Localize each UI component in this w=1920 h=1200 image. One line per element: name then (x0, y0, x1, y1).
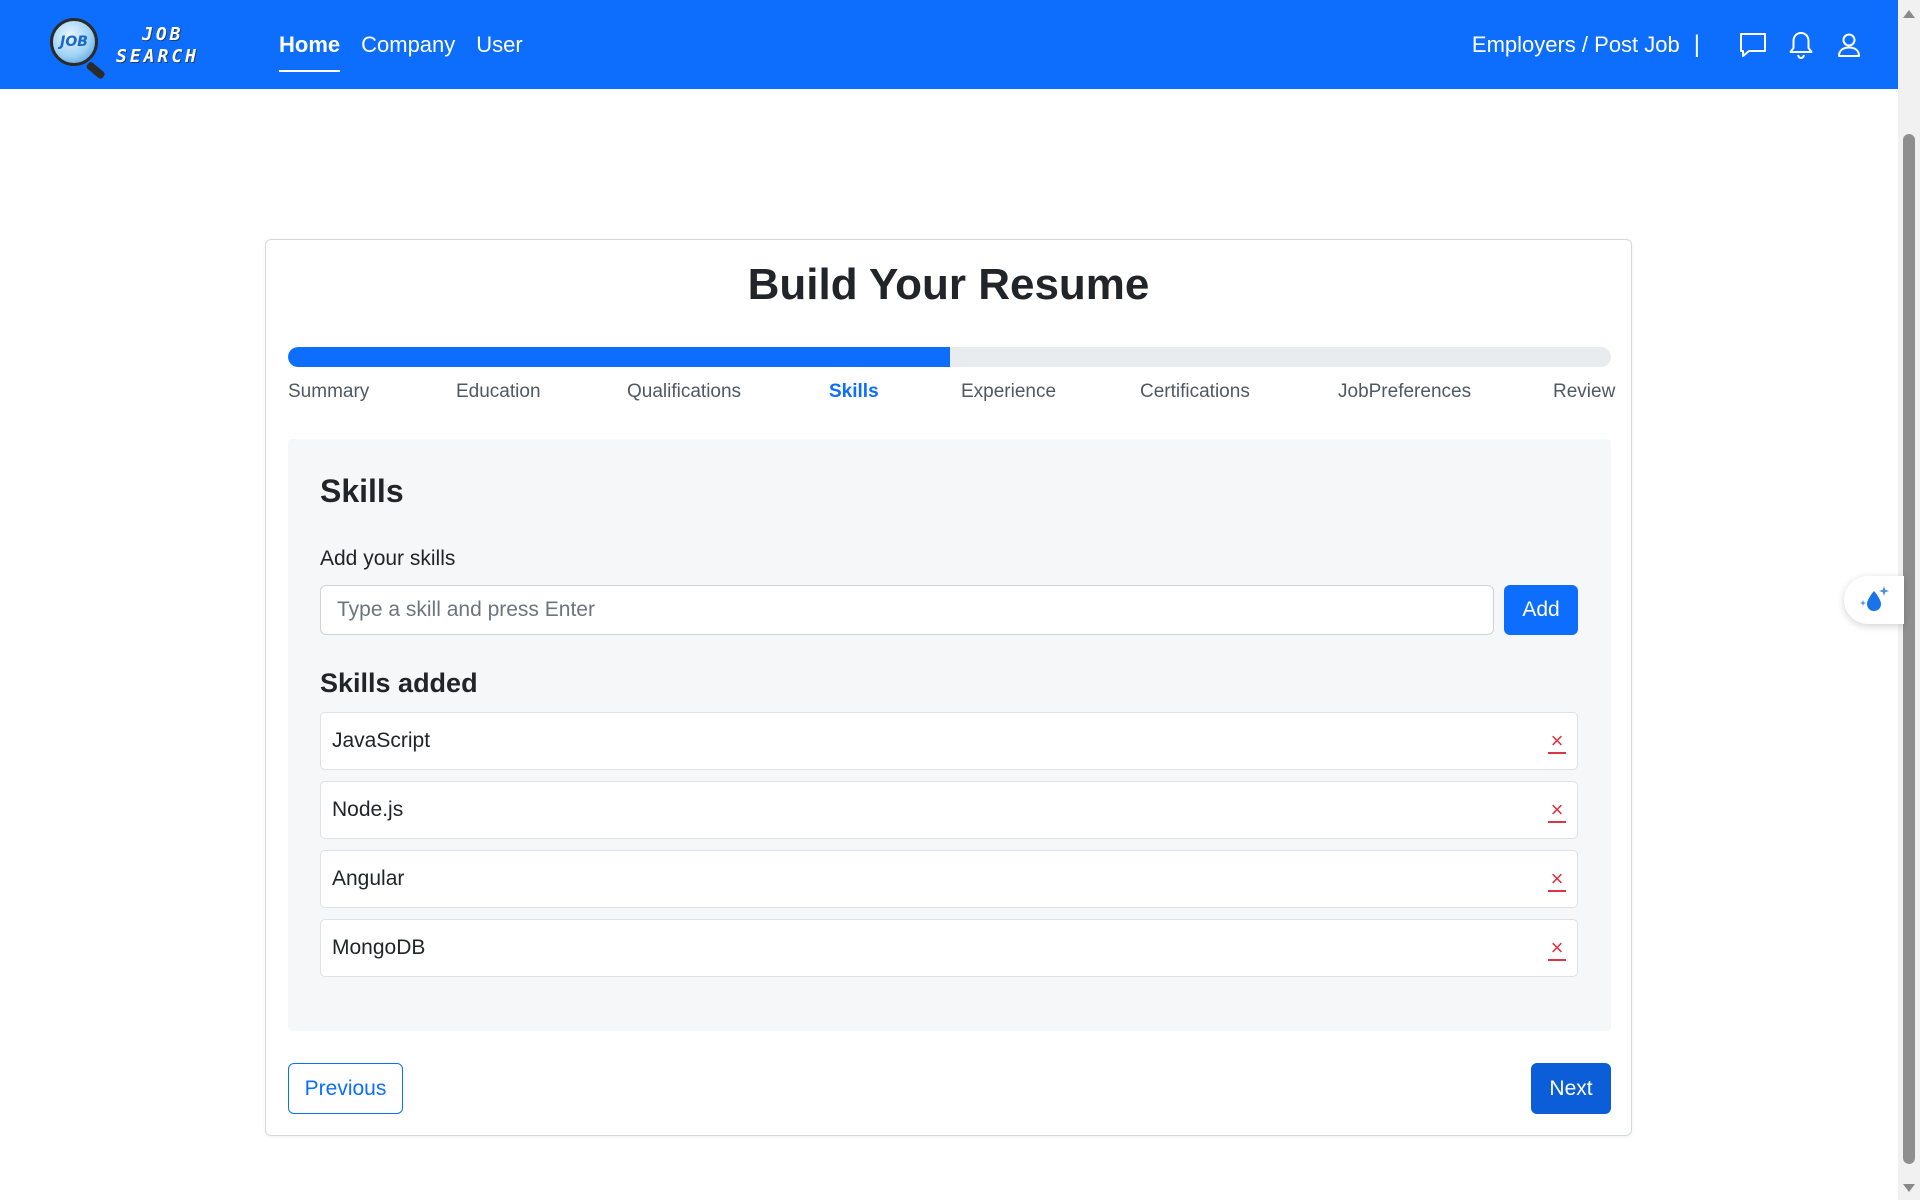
previous-button[interactable]: Previous (288, 1063, 403, 1114)
step-summary[interactable]: Summary (288, 381, 369, 403)
chat-icon[interactable] (1738, 30, 1768, 60)
step-review[interactable]: Review (1553, 381, 1615, 403)
resume-progress-bar (288, 347, 1611, 367)
step-education[interactable]: Education (456, 381, 541, 403)
skills-input-label: Add your skills (320, 547, 456, 570)
resume-builder-card: Build Your Resume Summary Education Qual… (265, 239, 1632, 1136)
remove-skill-icon[interactable]: × (1548, 799, 1566, 823)
skill-name: Angular (332, 867, 405, 890)
step-experience[interactable]: Experience (961, 381, 1056, 403)
logo-wordmark: JOB SEARCH (116, 24, 199, 68)
skill-name: Node.js (332, 798, 404, 821)
skill-item: Node.js × (320, 781, 1578, 839)
page-title: Build Your Resume (747, 260, 1150, 309)
scroll-up-arrow-icon[interactable] (1903, 10, 1915, 18)
user-icon[interactable] (1834, 30, 1864, 60)
logo-handle (85, 60, 106, 80)
main-nav: Home Company User (279, 0, 523, 89)
nav-separator: | (1693, 30, 1700, 58)
nav-link-company[interactable]: Company (361, 0, 455, 89)
job-search-logo[interactable]: JOB JOB SEARCH (44, 16, 222, 80)
logo-text-top: JOB (142, 24, 184, 45)
logo-lens: JOB (50, 18, 98, 66)
skills-section-title: Skills (320, 473, 404, 509)
step-qualifications[interactable]: Qualifications (627, 381, 741, 403)
skills-panel: Skills Add your skills Add Skills added … (288, 439, 1611, 1031)
remove-skill-icon[interactable]: × (1548, 937, 1566, 961)
skill-item: Angular × (320, 850, 1578, 908)
nav-link-user[interactable]: User (476, 0, 522, 89)
scroll-thumb[interactable] (1903, 134, 1915, 1164)
nav-right-group: Employers / Post Job | (1472, 0, 1864, 89)
water-drop-sparkle-icon (1860, 586, 1889, 611)
skill-item: JavaScript × (320, 712, 1578, 770)
nav-link-home[interactable]: Home (279, 0, 341, 89)
skills-added-title: Skills added (320, 668, 478, 698)
step-certifications[interactable]: Certifications (1140, 381, 1250, 403)
skills-list: JavaScript × Node.js × Angular × MongoDB… (320, 712, 1578, 988)
step-skills[interactable]: Skills (829, 381, 879, 403)
add-skill-button[interactable]: Add (1504, 585, 1578, 635)
logo-text-bottom: SEARCH (116, 46, 200, 67)
step-jobpreferences[interactable]: JobPreferences (1338, 381, 1471, 403)
magnifier-logo-icon: JOB (44, 16, 106, 80)
employers-post-job-link[interactable]: Employers / Post Job (1472, 32, 1680, 58)
remove-skill-icon[interactable]: × (1548, 730, 1566, 754)
page: JOB JOB SEARCH Home Company User Employe… (0, 0, 1920, 1200)
scroll-down-arrow-icon[interactable] (1903, 1184, 1915, 1192)
skill-input[interactable] (320, 585, 1494, 635)
next-button[interactable]: Next (1531, 1063, 1611, 1114)
step-indicator: Summary Education Qualifications Skills … (288, 381, 1615, 411)
progress-fill (288, 347, 950, 367)
skill-name: JavaScript (332, 729, 431, 752)
assistant-widget-button[interactable] (1844, 576, 1904, 624)
skill-name: MongoDB (332, 936, 426, 959)
top-navbar: JOB JOB SEARCH Home Company User Employe… (0, 0, 1898, 89)
remove-skill-icon[interactable]: × (1548, 868, 1566, 892)
bell-icon[interactable] (1786, 30, 1816, 60)
skill-item: MongoDB × (320, 919, 1578, 977)
logo-badge-text: JOB (60, 34, 88, 50)
